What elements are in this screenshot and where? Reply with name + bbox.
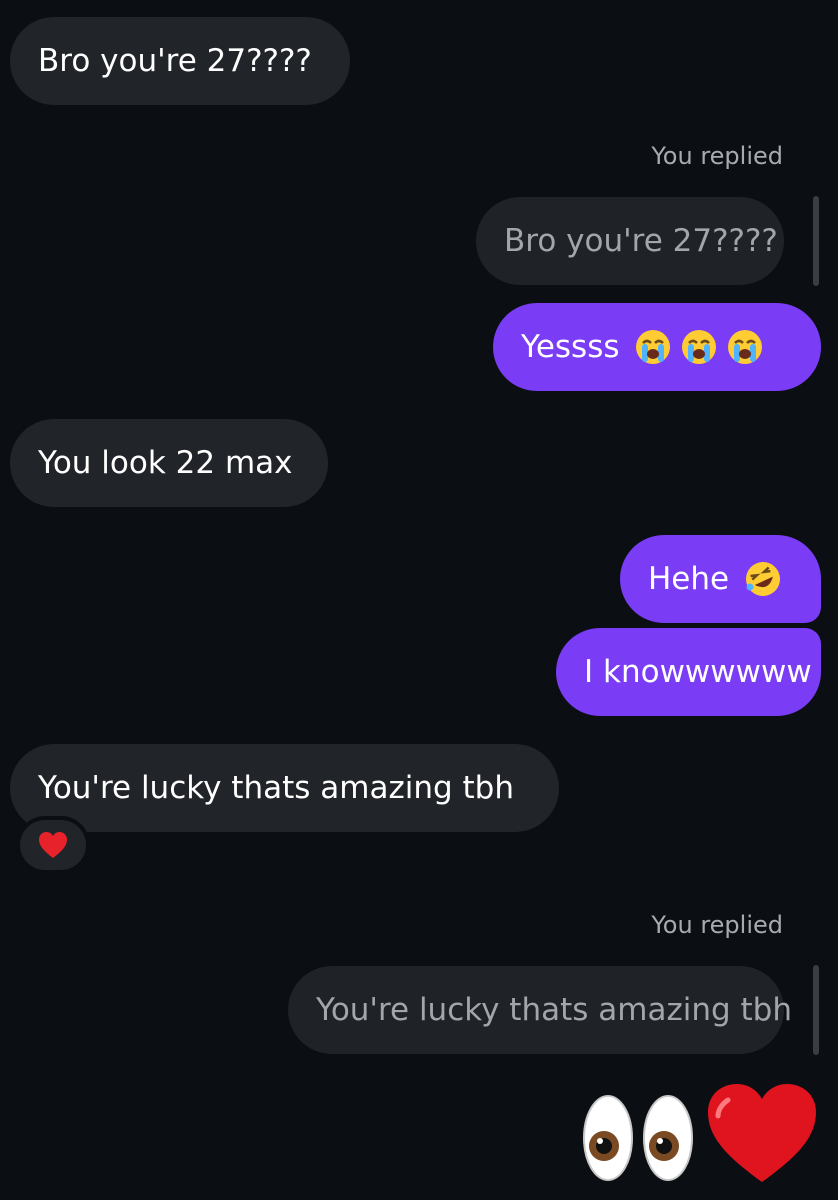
you-replied-label: You replied	[651, 142, 783, 170]
message-text: Bro you're 27????	[38, 43, 312, 79]
loudly-crying-face-icon	[635, 330, 670, 364]
incoming-message-bubble[interactable]: You're lucky thats amazing tbh	[10, 744, 559, 832]
quoted-message-text: Bro you're 27????	[504, 223, 778, 259]
outgoing-message-bubble[interactable]: I knowwwwww	[556, 628, 821, 716]
loudly-crying-face-icon	[727, 330, 762, 364]
incoming-message-bubble[interactable]: Bro you're 27????	[10, 17, 350, 105]
quoted-message-text: You're lucky thats amazing tbh	[316, 992, 792, 1028]
outgoing-message-bubble[interactable]: Hehe	[620, 535, 821, 623]
red-heart-icon	[708, 1084, 816, 1182]
incoming-message-bubble[interactable]: You look 22 max	[10, 419, 328, 507]
quoted-message-bubble[interactable]: Bro you're 27????	[476, 197, 784, 285]
outgoing-message-bubble[interactable]: Yessss	[493, 303, 821, 391]
rolling-on-floor-laughing-icon	[746, 562, 781, 596]
quoted-message-bubble[interactable]: You're lucky thats amazing tbh	[288, 966, 792, 1054]
eyes-icon	[583, 1095, 693, 1181]
loudly-crying-face-icon	[681, 330, 716, 364]
red-heart-icon	[39, 832, 67, 858]
message-text: I knowwwwww	[584, 654, 812, 690]
message-reaction[interactable]	[20, 820, 86, 870]
message-text: You look 22 max	[38, 445, 293, 481]
quote-indicator-bar	[813, 196, 819, 286]
emoji-only-message[interactable]	[580, 1082, 818, 1186]
message-text: Hehe	[648, 561, 730, 597]
message-text: You're lucky thats amazing tbh	[38, 770, 514, 806]
you-replied-label: You replied	[651, 911, 783, 939]
message-text: Yessss	[521, 329, 620, 365]
quote-indicator-bar	[813, 965, 819, 1055]
